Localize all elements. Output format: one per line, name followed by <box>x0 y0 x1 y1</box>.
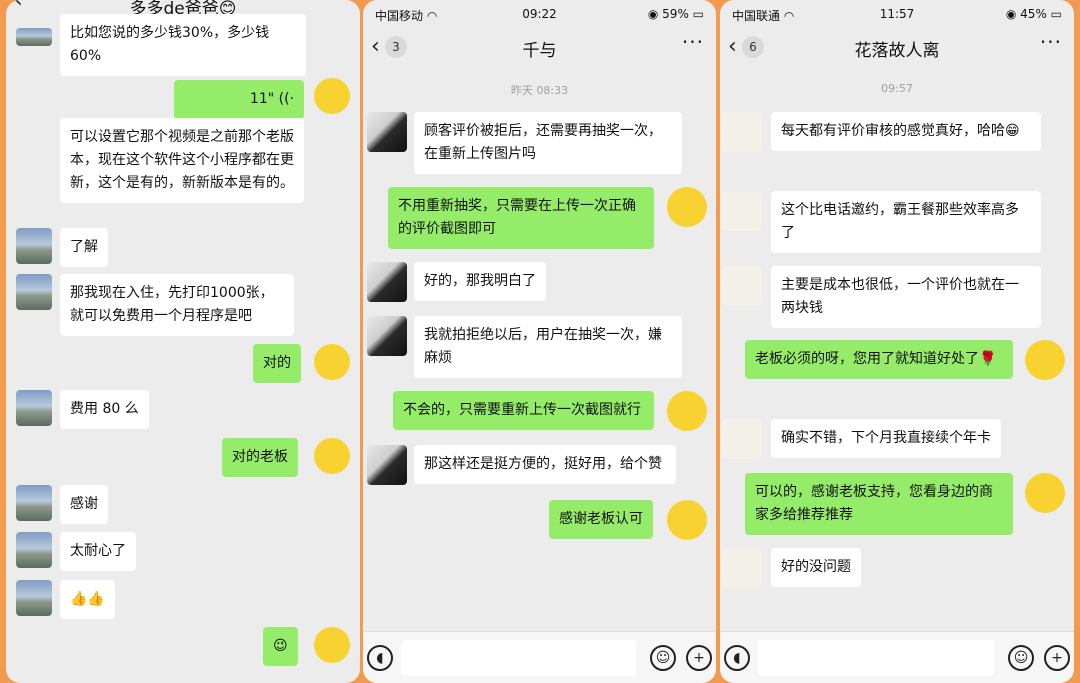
more-dots-icon[interactable]: ··· <box>682 30 704 54</box>
voice-message-bubble[interactable]: 11" ((· <box>174 80 304 119</box>
message-timestamp: 昨天 08:33 <box>510 84 569 97</box>
message-bubble-left[interactable]: 👍👍 <box>60 580 115 619</box>
avatar[interactable] <box>667 391 707 431</box>
message-bubble-right[interactable]: 感谢老板认可 <box>549 500 653 539</box>
status-bar: 中国移动 ◠ 09:22 ◉ 59% ▭ <box>363 0 716 28</box>
message-bubble-left[interactable]: 好的没问题 <box>771 548 861 587</box>
avatar[interactable] <box>367 316 407 356</box>
avatar[interactable] <box>16 274 52 310</box>
emoji-icon[interactable]: ☺ <box>650 645 676 671</box>
avatar[interactable] <box>314 344 350 380</box>
avatar[interactable] <box>16 228 52 264</box>
chat-title: 花落故人离 <box>854 41 940 61</box>
message-bubble-left[interactable]: 每天都有评价审核的感觉真好，哈哈😁 <box>771 112 1041 151</box>
message-bubble-left[interactable]: 确实不错，下个月我直接续个年卡 <box>771 419 1001 458</box>
plus-icon[interactable]: + <box>1044 645 1070 671</box>
avatar[interactable] <box>16 28 52 46</box>
plus-icon[interactable]: + <box>686 645 712 671</box>
avatar[interactable] <box>722 191 762 231</box>
message-bubble-left[interactable]: 感谢 <box>60 485 108 524</box>
chat-panel-3: 中国联通 ◠ 11:57 ◉ 45% ▭ ‹ 6 花落故人离 ··· 09:57… <box>720 0 1074 683</box>
message-input[interactable] <box>758 640 994 676</box>
message-bubble-left[interactable]: 费用 80 么 <box>60 390 149 429</box>
avatar[interactable] <box>16 390 52 426</box>
avatar[interactable] <box>16 532 52 568</box>
message-bubble-left[interactable]: 这个比电话邀约，霸王餐那些效率高多了 <box>771 191 1041 253</box>
more-dots-icon[interactable]: ··· <box>1040 30 1062 54</box>
avatar[interactable] <box>314 78 350 114</box>
message-bubble-left[interactable]: 可以设置它那个视频是之前那个老版本，现在这个软件这个小程序都在更新，这个是有的，… <box>60 118 304 203</box>
message-bubble-left[interactable]: 主要是成本也很低，一个评价也就在一两块钱 <box>771 266 1041 328</box>
avatar[interactable] <box>314 438 350 474</box>
message-bubble-left[interactable]: 比如您说的多少钱30%，多少钱60% <box>60 14 306 76</box>
message-bubble-left[interactable]: 顾客评价被拒后，还需要再抽奖一次，在重新上传图片吗 <box>414 112 682 174</box>
battery-status: ◉ 59% ▭ <box>647 7 704 21</box>
avatar[interactable] <box>667 187 707 227</box>
avatar[interactable] <box>667 500 707 540</box>
avatar[interactable] <box>314 627 350 663</box>
message-bubble-left[interactable]: 那这样还是挺方便的，挺好用，给个赞 <box>414 445 676 484</box>
avatar[interactable] <box>367 445 407 485</box>
message-bubble-right[interactable]: 可以的，感谢老板支持，您看身边的商家多给推荐推荐 <box>745 473 1013 535</box>
message-bubble-right[interactable]: 不用重新抽奖，只需要在上传一次正确的评价截图即可 <box>388 187 654 249</box>
avatar[interactable] <box>722 419 762 459</box>
message-bubble-right[interactable]: 😉 <box>263 627 298 666</box>
voice-duration: 11" ((· <box>249 91 294 107</box>
avatar[interactable] <box>722 112 762 152</box>
message-bubble-right[interactable]: 不会的，只需要重新上传一次截图就行 <box>393 391 654 430</box>
message-bubble-right[interactable]: 对的老板 <box>222 438 298 477</box>
message-bubble-left[interactable]: 太耐心了 <box>60 532 136 571</box>
message-input[interactable] <box>401 640 636 676</box>
emoji-icon[interactable]: ☺ <box>1008 645 1034 671</box>
avatar[interactable] <box>722 548 762 588</box>
battery-status: ◉ 45% ▭ <box>1005 7 1062 21</box>
message-bubble-left[interactable]: 好的，那我明白了 <box>414 262 546 301</box>
lock-rotation-icon: ◉ <box>647 7 659 21</box>
avatar[interactable] <box>16 485 52 521</box>
chat-header: ‹ 6 花落故人离 ··· <box>720 30 1074 64</box>
avatar[interactable] <box>367 262 407 302</box>
chat-panel-1: ‹ 多多de爸爸😊 ··· 比如您说的多少钱30%，多少钱60% 11" ((·… <box>6 0 360 683</box>
avatar[interactable] <box>722 266 762 306</box>
lock-rotation-icon: ◉ <box>1005 7 1017 21</box>
message-bubble-left[interactable]: 了解 <box>60 228 108 267</box>
chat-title: 千与 <box>522 41 557 61</box>
message-bubble-left[interactable]: 那我现在入住，先打印1000张，就可以免费用一个月程序是吧 <box>60 274 294 336</box>
message-bubble-left[interactable]: 我就拍拒绝以后，用户在抽奖一次，嫌麻烦 <box>414 316 682 378</box>
message-bubble-right[interactable]: 老板必须的呀，您用了就知道好处了🌹 <box>745 340 1013 379</box>
voice-icon[interactable]: ◖ <box>724 645 750 671</box>
chat-header: ‹ 3 千与 ··· <box>363 30 716 64</box>
avatar[interactable] <box>1025 340 1065 380</box>
message-timestamp: 09:57 <box>881 82 913 95</box>
status-bar: 中国联通 ◠ 11:57 ◉ 45% ▭ <box>720 0 1074 28</box>
input-bar: ◖ ☺ + <box>363 631 716 683</box>
avatar[interactable] <box>367 112 407 152</box>
avatar[interactable] <box>16 580 52 616</box>
chat-panel-2: 中国移动 ◠ 09:22 ◉ 59% ▭ ‹ 3 千与 ··· 昨天 08:33… <box>363 0 716 683</box>
more-dots-icon[interactable]: ··· <box>326 0 348 8</box>
input-bar: ◖ ☺ + <box>720 631 1074 683</box>
message-bubble-right[interactable]: 对的 <box>253 344 301 383</box>
voice-icon[interactable]: ◖ <box>367 645 393 671</box>
avatar[interactable] <box>1025 473 1065 513</box>
